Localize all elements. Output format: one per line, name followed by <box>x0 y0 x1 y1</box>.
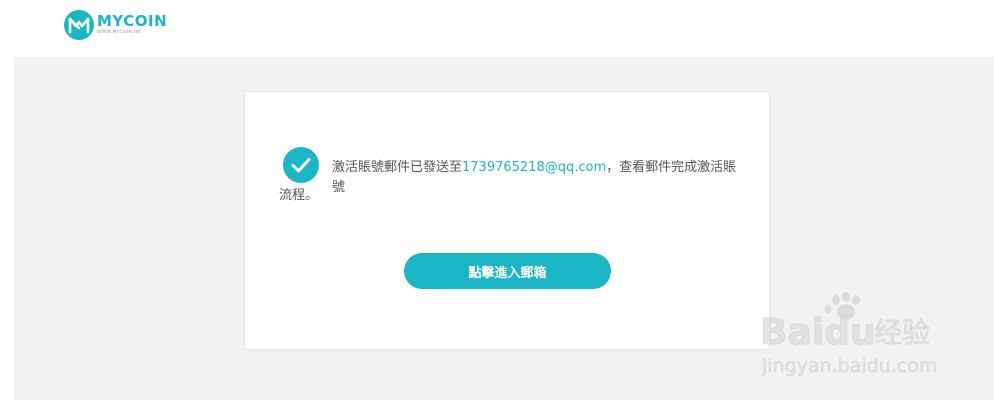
message-prefix: 激活賬號郵件已發送至 <box>332 160 463 175</box>
watermark-brand-cn: 经验 <box>874 316 930 349</box>
brand-url: WWW.MYCOIN.HK <box>97 30 141 36</box>
watermark-brand: Baidu <box>760 312 875 353</box>
brand-logo[interactable]: MYCOIN WWW.MYCOIN.HK <box>64 10 167 40</box>
brand-text: MYCOIN WWW.MYCOIN.HK <box>97 14 167 36</box>
baidu-watermark: Baidu 经验 jingyan.baidu.com <box>758 292 948 382</box>
checkmark-icon <box>283 147 319 183</box>
email-address: 1739765218@qq.com <box>462 160 607 175</box>
enter-mailbox-button[interactable]: 點擊進入郵箱 <box>404 253 611 289</box>
activation-card: 激活賬號郵件已發送至1739765218@qq.com，查看郵件完成激活賬號 流… <box>244 91 770 350</box>
watermark-url: jingyan.baidu.com <box>761 355 937 377</box>
mycoin-logo-icon <box>64 10 94 40</box>
brand-name: MYCOIN <box>97 12 168 31</box>
message-line-2: 流程。 <box>279 188 319 203</box>
activation-message: 激活賬號郵件已發送至1739765218@qq.com，查看郵件完成激活賬號 <box>332 158 742 198</box>
header: MYCOIN WWW.MYCOIN.HK <box>0 0 994 56</box>
